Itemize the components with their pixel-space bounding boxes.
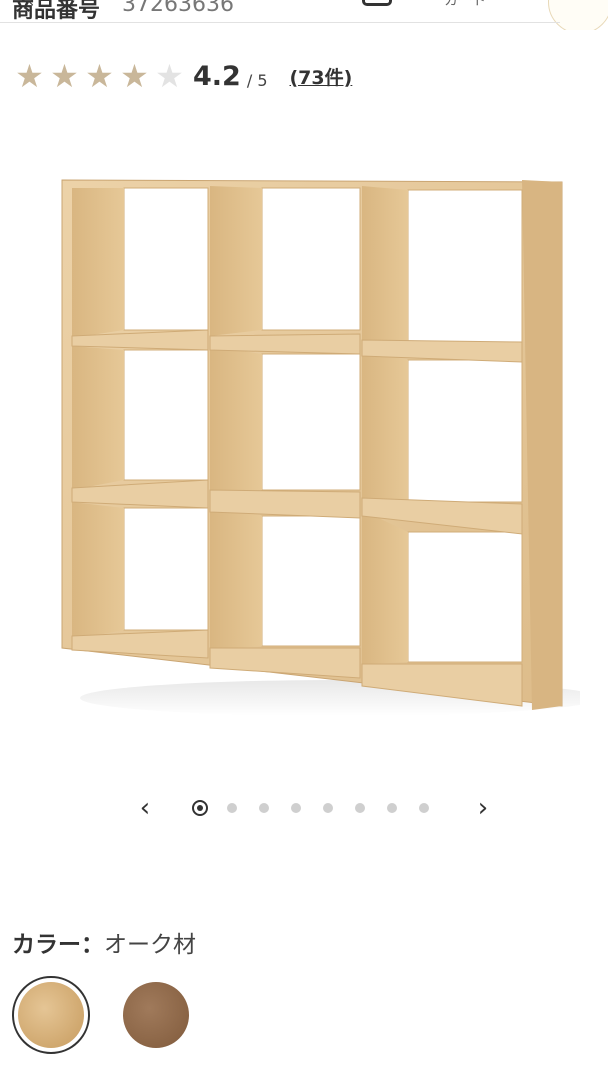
carousel-dot[interactable] — [259, 803, 269, 813]
star-icon: ★ — [85, 57, 114, 95]
product-image[interactable] — [40, 150, 600, 730]
color-swatch-walnut[interactable] — [123, 982, 189, 1048]
account-icon[interactable] — [548, 0, 608, 30]
carousel-dot[interactable] — [291, 803, 301, 813]
carousel-dot[interactable] — [387, 803, 397, 813]
star-icon: ★ — [15, 57, 44, 95]
color-label: カラー： — [12, 932, 104, 958]
carousel-dot-active[interactable] — [192, 800, 208, 816]
color-selection-label: カラー： オーク材 — [12, 922, 196, 962]
header-divider — [0, 22, 560, 23]
shelf-illustration — [61, 179, 600, 716]
sku-label: 商品番号 — [12, 0, 101, 23]
carousel-next-button[interactable]: › — [468, 788, 498, 828]
rating-row: ★ ★ ★ ★ ★ 4.2 / 5 (73件) — [12, 56, 352, 96]
carousel-prev-button[interactable]: ‹ — [130, 788, 160, 828]
star-empty-icon: ★ — [155, 57, 184, 95]
color-value: オーク材 — [104, 932, 196, 958]
review-count-link[interactable]: (73件) — [290, 63, 353, 90]
carousel-dot[interactable] — [323, 803, 333, 813]
star-icon: ★ — [120, 57, 149, 95]
cart-label[interactable]: カート — [444, 0, 486, 10]
image-carousel: ‹ › — [130, 788, 500, 828]
top-header: ‹ 商品番号 37263636 カート — [0, 0, 608, 30]
carousel-dot[interactable] — [355, 803, 365, 813]
color-swatch-oak[interactable] — [18, 982, 84, 1048]
rating-out-of: / 5 — [246, 70, 268, 90]
sku-value: 37263636 — [122, 0, 234, 17]
carousel-dot[interactable] — [227, 803, 237, 813]
cart-icon[interactable] — [362, 0, 392, 6]
rating-score: 4.2 — [193, 60, 241, 92]
star-icon: ★ — [50, 57, 79, 95]
carousel-dot[interactable] — [419, 803, 429, 813]
